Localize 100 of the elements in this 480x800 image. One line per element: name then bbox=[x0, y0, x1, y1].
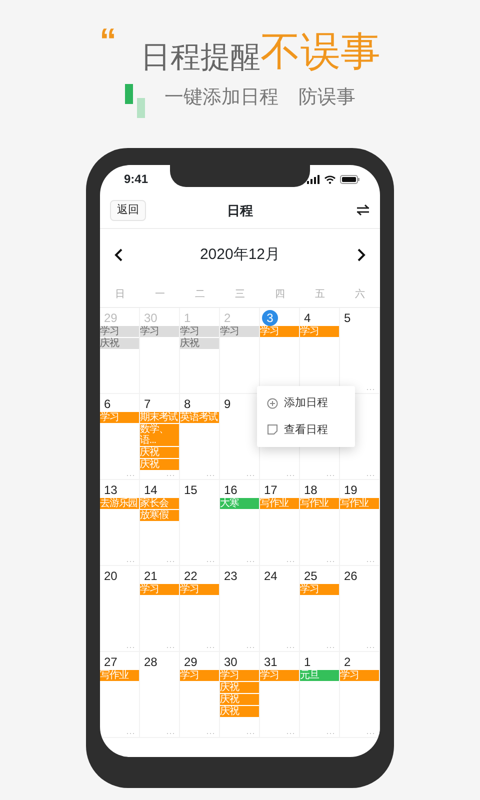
weekday-label: 三 bbox=[234, 288, 246, 302]
more-dots[interactable]: ··· bbox=[206, 471, 219, 479]
more-dots[interactable]: ··· bbox=[326, 643, 339, 651]
day-cell[interactable]: 25 学习 ··· bbox=[300, 566, 340, 652]
event-chip[interactable]: 放寒假 bbox=[140, 510, 179, 521]
day-number: 26 bbox=[343, 568, 358, 584]
more-dots[interactable]: ··· bbox=[286, 643, 299, 651]
event-chip[interactable]: 庆祝 bbox=[140, 459, 179, 470]
day-cell[interactable]: 28 ··· bbox=[140, 652, 180, 738]
event-chip[interactable]: 庆祝 bbox=[220, 706, 259, 717]
day-cell[interactable]: 20 ··· bbox=[100, 566, 140, 652]
more-dots[interactable]: ··· bbox=[286, 729, 299, 737]
event-chip[interactable]: 学习 bbox=[100, 326, 139, 337]
more-dots[interactable]: ··· bbox=[166, 729, 179, 737]
event-chip[interactable]: 去游乐园 bbox=[100, 498, 139, 509]
day-cell[interactable]: 21 学习 ··· bbox=[140, 566, 180, 652]
more-dots[interactable]: ··· bbox=[366, 385, 379, 393]
more-dots[interactable]: ··· bbox=[326, 729, 339, 737]
event-chip[interactable]: 庆祝 bbox=[220, 682, 259, 693]
day-cell[interactable]: 23 ··· bbox=[220, 566, 260, 652]
more-dots[interactable]: ··· bbox=[206, 729, 219, 737]
more-dots[interactable]: ··· bbox=[286, 557, 299, 565]
day-cell[interactable]: 16 大寒 ··· bbox=[220, 480, 260, 566]
event-chip[interactable]: 数学、语... bbox=[140, 424, 179, 446]
event-chip[interactable]: 庆祝 bbox=[140, 447, 179, 458]
more-dots[interactable]: ··· bbox=[166, 557, 179, 565]
day-cell[interactable]: 1 元旦 ··· bbox=[300, 652, 340, 738]
event-chip[interactable]: 学习 bbox=[180, 326, 219, 337]
day-cell[interactable]: 2 学习 bbox=[220, 308, 260, 394]
more-dots[interactable]: ··· bbox=[206, 557, 219, 565]
more-dots[interactable]: ··· bbox=[206, 643, 219, 651]
more-dots[interactable]: ··· bbox=[366, 471, 379, 479]
day-cell[interactable]: 30 学习 庆祝 庆祝 庆祝 ··· bbox=[220, 652, 260, 738]
more-dots[interactable]: ··· bbox=[126, 471, 139, 479]
event-chip[interactable]: 学习 bbox=[220, 670, 259, 681]
day-cell[interactable]: 15 ··· bbox=[180, 480, 220, 566]
day-cell[interactable]: 29 学习 庆祝 bbox=[100, 308, 140, 394]
day-cell[interactable]: 17 写作业 ··· bbox=[260, 480, 300, 566]
event-chip[interactable]: 学习 bbox=[140, 326, 179, 337]
day-cell[interactable]: 29 学习 ··· bbox=[180, 652, 220, 738]
event-chip[interactable]: 学习 bbox=[220, 326, 259, 337]
day-cell[interactable]: 7 期末考试 数学、语... 庆祝 庆祝 ··· bbox=[140, 394, 180, 480]
event-chip[interactable]: 写作业 bbox=[100, 670, 139, 681]
more-dots[interactable]: ··· bbox=[246, 471, 259, 479]
event-chip[interactable]: 学习 bbox=[260, 326, 299, 337]
day-cell[interactable]: 22 学习 ··· bbox=[180, 566, 220, 652]
event-chip[interactable]: 英语考试 bbox=[180, 412, 219, 423]
day-cell[interactable]: 24 ··· bbox=[260, 566, 300, 652]
more-dots[interactable]: ··· bbox=[286, 471, 299, 479]
day-number: 19 bbox=[343, 482, 358, 498]
event-chip[interactable]: 学习 bbox=[340, 670, 379, 681]
day-cell[interactable]: 13 去游乐园 ··· bbox=[100, 480, 140, 566]
event-chip[interactable]: 学习 bbox=[300, 326, 339, 337]
day-cell[interactable]: 6 学习 ··· bbox=[100, 394, 140, 480]
more-dots[interactable]: ··· bbox=[246, 729, 259, 737]
event-chip[interactable]: 元旦 bbox=[300, 670, 339, 681]
event-chip[interactable]: 庆祝 bbox=[100, 338, 139, 349]
event-chip[interactable]: 写作业 bbox=[340, 498, 379, 509]
more-dots[interactable]: ··· bbox=[326, 471, 339, 479]
day-cell[interactable]: 30 学习 bbox=[140, 308, 180, 394]
more-dots[interactable]: ··· bbox=[166, 643, 179, 651]
event-chip[interactable]: 学习 bbox=[100, 412, 139, 423]
more-dots[interactable]: ··· bbox=[126, 729, 139, 737]
day-cell[interactable]: 26 ··· bbox=[340, 566, 380, 652]
more-dots[interactable]: ··· bbox=[246, 557, 259, 565]
event-chip[interactable]: 庆祝 bbox=[180, 338, 219, 349]
back-button[interactable]: 返回 bbox=[110, 200, 146, 221]
more-dots[interactable]: ··· bbox=[366, 557, 379, 565]
more-dots[interactable]: ··· bbox=[246, 643, 259, 651]
more-dots[interactable]: ··· bbox=[126, 643, 139, 651]
day-cell[interactable]: 31 学习 ··· bbox=[260, 652, 300, 738]
event-chip[interactable]: 学习 bbox=[300, 584, 339, 595]
day-cell[interactable]: 8 英语考试 ··· bbox=[180, 394, 220, 480]
day-cell[interactable]: 19 写作业 ··· bbox=[340, 480, 380, 566]
event-chip[interactable]: 学习 bbox=[180, 670, 219, 681]
more-dots[interactable]: ··· bbox=[366, 643, 379, 651]
signal-icon bbox=[307, 174, 320, 184]
day-cell[interactable]: 18 写作业 ··· bbox=[300, 480, 340, 566]
event-chip[interactable]: 期末考试 bbox=[140, 412, 179, 423]
swap-icon[interactable] bbox=[356, 204, 370, 216]
event-chip[interactable]: 学习 bbox=[140, 584, 179, 595]
more-dots[interactable]: ··· bbox=[326, 557, 339, 565]
day-cell[interactable]: 1 学习 庆祝 bbox=[180, 308, 220, 394]
more-dots[interactable]: ··· bbox=[126, 557, 139, 565]
more-dots[interactable]: ··· bbox=[366, 729, 379, 737]
day-cell[interactable]: 27 写作业 ··· bbox=[100, 652, 140, 738]
event-chip[interactable]: 写作业 bbox=[260, 498, 299, 509]
event-chip[interactable]: 家长会 bbox=[140, 498, 179, 509]
more-dots[interactable]: ··· bbox=[166, 471, 179, 479]
event-chip[interactable]: 学习 bbox=[180, 584, 219, 595]
day-cell[interactable]: 2 学习 ··· bbox=[340, 652, 380, 738]
event-chip[interactable]: 学习 bbox=[260, 670, 299, 681]
day-cell[interactable]: 14 家长会 放寒假 ··· bbox=[140, 480, 180, 566]
chevron-left-icon[interactable] bbox=[114, 248, 123, 262]
event-chip[interactable]: 大寒 bbox=[220, 498, 259, 509]
day-number: 28 bbox=[143, 654, 158, 670]
event-chip[interactable]: 写作业 bbox=[300, 498, 339, 509]
chevron-right-icon[interactable] bbox=[357, 248, 366, 262]
day-number: 24 bbox=[263, 568, 278, 584]
event-chip[interactable]: 庆祝 bbox=[220, 694, 259, 705]
